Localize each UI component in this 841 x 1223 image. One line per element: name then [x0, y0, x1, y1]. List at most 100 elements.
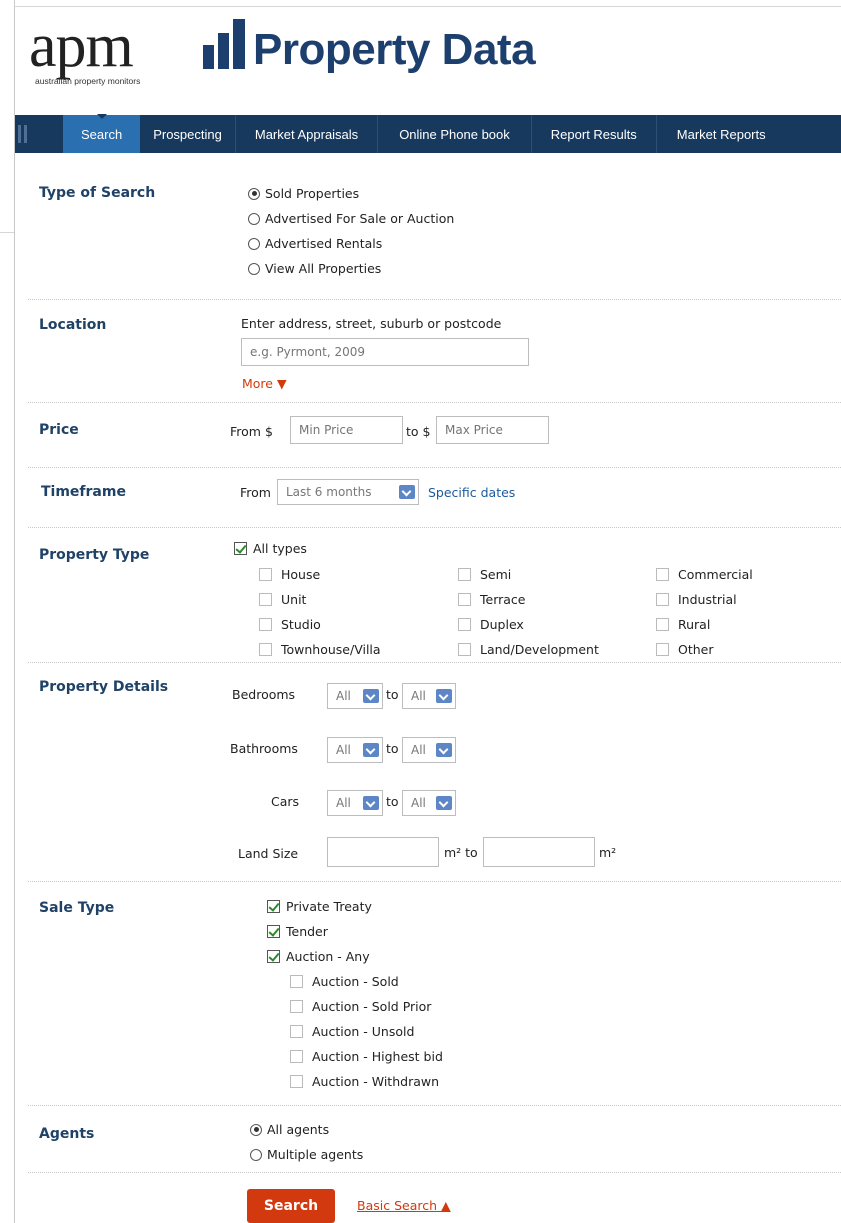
nav-tab-online-phone-book[interactable]: Online Phone book: [377, 115, 531, 153]
checkbox-studio[interactable]: Studio: [259, 617, 321, 632]
header: apm australian property monitors Propert…: [15, 7, 841, 115]
bedrooms-min-select[interactable]: All: [327, 683, 383, 709]
checkbox-icon: [259, 618, 272, 631]
checkbox-icon: [290, 1025, 303, 1038]
checkbox-house[interactable]: House: [259, 567, 320, 582]
basic-search-link[interactable]: Basic Search ▲: [357, 1198, 451, 1213]
checkbox-icon: [458, 568, 471, 581]
bedrooms-label: Bedrooms: [232, 687, 296, 702]
timeframe-label: Timeframe: [41, 484, 126, 500]
location-more-link[interactable]: More ▼: [242, 376, 287, 391]
checkbox-auction-unsold[interactable]: Auction - Unsold: [290, 1024, 414, 1039]
price-min-input[interactable]: [290, 416, 403, 444]
checkbox-auction-withdrawn[interactable]: Auction - Withdrawn: [290, 1074, 439, 1089]
radio-icon: [248, 212, 260, 225]
land-size-m2: m²: [599, 845, 617, 860]
checkbox-commercial[interactable]: Commercial: [656, 567, 753, 582]
dropdown-arrow-icon: [399, 485, 415, 499]
checkbox-icon: [656, 568, 669, 581]
checkbox-semi[interactable]: Semi: [458, 567, 511, 582]
checkbox-icon: [458, 593, 471, 606]
section-sale-type: Sale Type Private Treaty Tender Auction …: [28, 882, 841, 1106]
checkbox-all-types[interactable]: All types: [234, 541, 307, 556]
nav-tab-market-appraisals[interactable]: Market Appraisals: [234, 115, 377, 153]
checkbox-icon: [267, 925, 280, 938]
checkbox-icon: [290, 1075, 303, 1088]
location-label: Location: [39, 317, 107, 333]
logo-bars-icon: [203, 19, 245, 69]
cars-min-select[interactable]: All: [327, 790, 383, 816]
cars-label: Cars: [271, 794, 300, 809]
price-label: Price: [39, 422, 79, 438]
checkbox-townhouse[interactable]: Townhouse/Villa: [259, 642, 381, 657]
checkbox-auction-sold[interactable]: Auction - Sold: [290, 974, 399, 989]
land-size-label: Land Size: [238, 846, 299, 861]
section-property-details: Property Details Bedrooms All to All Bat…: [28, 663, 841, 882]
dropdown-arrow-icon: [363, 689, 379, 703]
specific-dates-link[interactable]: Specific dates: [428, 485, 515, 500]
checkbox-duplex[interactable]: Duplex: [458, 617, 524, 632]
bathrooms-min-select[interactable]: All: [327, 737, 383, 763]
location-hint: Enter address, street, suburb or postcod…: [241, 316, 502, 331]
type-of-search-label: Type of Search: [39, 185, 156, 201]
dropdown-arrow-icon: [436, 689, 452, 703]
checkbox-land-development[interactable]: Land/Development: [458, 642, 599, 657]
checkbox-icon: [290, 975, 303, 988]
price-max-input[interactable]: [436, 416, 549, 444]
timeframe-from-label: From: [240, 485, 271, 500]
nav-stub-icon: [15, 115, 63, 153]
bathrooms-label: Bathrooms: [230, 741, 298, 756]
checkbox-private-treaty[interactable]: Private Treaty: [267, 899, 372, 914]
bedrooms-to: to: [386, 687, 399, 702]
section-price: Price From $ to $: [28, 403, 841, 468]
checkbox-tender[interactable]: Tender: [267, 924, 328, 939]
radio-view-all[interactable]: View All Properties: [248, 261, 381, 276]
section-timeframe: Timeframe From Last 6 months Specific da…: [28, 468, 841, 528]
checkbox-auction-sold-prior[interactable]: Auction - Sold Prior: [290, 999, 431, 1014]
search-button[interactable]: Search: [247, 1189, 335, 1223]
land-size-max-input[interactable]: [483, 837, 595, 867]
section-property-type: Property Type All types House Unit Studi…: [28, 528, 841, 663]
bedrooms-max-select[interactable]: All: [402, 683, 456, 709]
radio-advertised-sale[interactable]: Advertised For Sale or Auction: [248, 211, 454, 226]
bathrooms-max-select[interactable]: All: [402, 737, 456, 763]
checkbox-unit[interactable]: Unit: [259, 592, 306, 607]
radio-multiple-agents[interactable]: Multiple agents: [250, 1147, 363, 1162]
bathrooms-to: to: [386, 741, 399, 756]
nav-tab-prospecting[interactable]: Prospecting: [140, 115, 235, 153]
main-nav: Search Prospecting Market Appraisals Onl…: [15, 114, 841, 153]
checkbox-icon: [656, 618, 669, 631]
nav-tab-market-reports[interactable]: Market Reports: [655, 115, 766, 153]
checkbox-terrace[interactable]: Terrace: [458, 592, 525, 607]
checkbox-auction-any[interactable]: Auction - Any: [267, 949, 370, 964]
nav-tab-search[interactable]: Search: [63, 114, 141, 153]
nav-tab-report-results[interactable]: Report Results: [530, 115, 656, 153]
radio-advertised-rentals[interactable]: Advertised Rentals: [248, 236, 382, 251]
timeframe-select[interactable]: Last 6 months: [277, 479, 419, 505]
radio-icon: [248, 187, 260, 200]
checkbox-icon: [656, 593, 669, 606]
checkbox-icon: [267, 900, 280, 913]
section-agents: Agents All agents Multiple agents: [28, 1106, 841, 1173]
cars-max-select[interactable]: All: [402, 790, 456, 816]
dropdown-arrow-icon: [363, 743, 379, 757]
section-type-of-search: Type of Search Sold Properties Advertise…: [28, 153, 841, 300]
price-from-label: From $: [230, 424, 273, 439]
location-input[interactable]: [241, 338, 529, 366]
property-details-label: Property Details: [39, 679, 169, 695]
side-divider: [0, 232, 14, 233]
page-frame-left: [14, 0, 15, 1223]
checkbox-rural[interactable]: Rural: [656, 617, 710, 632]
land-size-min-input[interactable]: [327, 837, 439, 867]
checkbox-other[interactable]: Other: [656, 642, 714, 657]
checkbox-industrial[interactable]: Industrial: [656, 592, 737, 607]
checkbox-auction-highest-bid[interactable]: Auction - Highest bid: [290, 1049, 443, 1064]
checkbox-icon: [458, 643, 471, 656]
cars-to: to: [386, 794, 399, 809]
radio-all-agents[interactable]: All agents: [250, 1122, 329, 1137]
checkbox-icon: [290, 1050, 303, 1063]
radio-sold-properties[interactable]: Sold Properties: [248, 186, 359, 201]
section-location: Location Enter address, street, suburb o…: [28, 300, 841, 403]
logo-title: Property Data: [253, 25, 536, 74]
logo-apm: apm: [29, 12, 134, 80]
